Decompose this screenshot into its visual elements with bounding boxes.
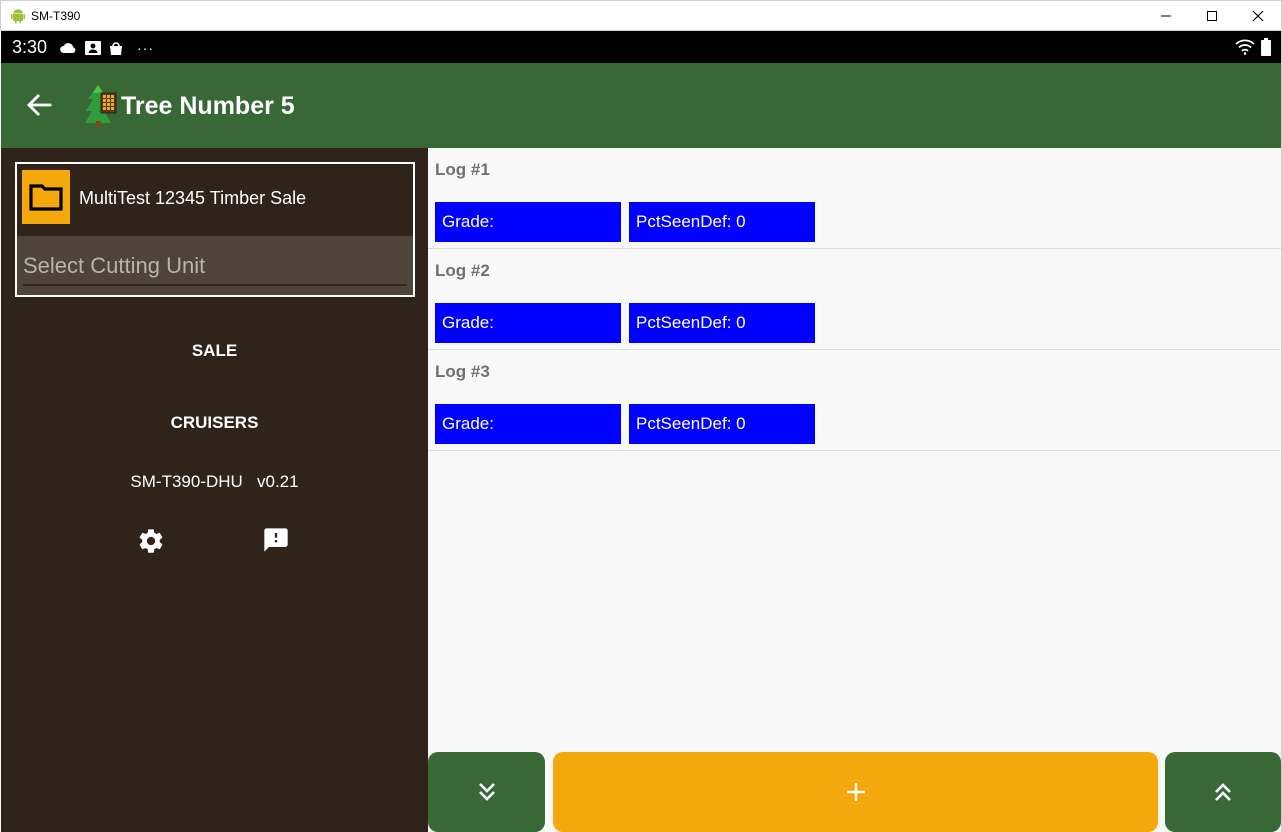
wifi-icon <box>1235 39 1255 55</box>
bottom-action-bar <box>428 752 1281 832</box>
status-right-icons <box>1235 38 1271 56</box>
status-bar: 3:30 ··· <box>1 31 1281 63</box>
maximize-button[interactable] <box>1189 1 1235 31</box>
pct-seen-def-field[interactable]: PctSeenDef: 0 <box>629 202 815 242</box>
window-title: SM-T390 <box>31 8 81 23</box>
menu-item-cruisers[interactable]: CRUISERS <box>1 413 428 433</box>
scroll-down-button[interactable] <box>428 752 545 832</box>
page-title: Tree Number 5 <box>121 92 295 120</box>
status-time: 3:30 <box>12 37 48 57</box>
add-log-button[interactable] <box>553 752 1158 832</box>
app-bar: Tree Number 5 <box>1 63 1281 148</box>
main-content: Log #1 Grade: PctSeenDef: 0 Log #2 Grade… <box>428 148 1281 832</box>
log-row[interactable]: Log #3 Grade: PctSeenDef: 0 <box>428 350 1281 451</box>
android-icon <box>11 8 25 23</box>
log-title: Log #2 <box>435 261 490 280</box>
minimize-icon <box>1161 15 1171 17</box>
sidebar: MultiTest 12345 Timber Sale Select Cutti… <box>1 148 428 832</box>
close-icon <box>1252 10 1264 22</box>
log-title: Log #3 <box>435 362 490 381</box>
tree-logo-icon <box>85 85 117 127</box>
menu-item-sale[interactable]: SALE <box>1 341 428 361</box>
double-chevron-up-icon <box>1215 783 1231 801</box>
back-button[interactable] <box>21 89 57 121</box>
scroll-up-button[interactable] <box>1165 752 1281 832</box>
device-info: SM-T390-DHU v0.21 <box>1 472 428 492</box>
grade-field[interactable]: Grade: <box>435 404 621 444</box>
cutting-unit-select[interactable]: Select Cutting Unit <box>17 236 413 295</box>
arrow-left-icon <box>27 94 52 116</box>
log-title: Log #1 <box>435 160 490 179</box>
log-row[interactable]: Log #2 Grade: PctSeenDef: 0 <box>428 249 1281 350</box>
cutting-unit-underline <box>23 284 407 286</box>
device-name: SM-T390-DHU <box>130 472 243 491</box>
log-row[interactable]: Log #1 Grade: PctSeenDef: 0 <box>428 148 1281 249</box>
window-titlebar: SM-T390 <box>0 0 1282 31</box>
close-button[interactable] <box>1235 1 1281 31</box>
app-version: v0.21 <box>256 472 299 491</box>
pct-seen-def-field[interactable]: PctSeenDef: 0 <box>629 404 815 444</box>
grade-field[interactable]: Grade: <box>435 303 621 343</box>
feedback-icon <box>264 528 288 552</box>
settings-gear-icon <box>139 529 163 553</box>
sale-name: MultiTest 12345 Timber Sale <box>79 188 307 208</box>
pct-seen-def-field[interactable]: PctSeenDef: 0 <box>629 303 815 343</box>
grade-field[interactable]: Grade: <box>435 202 621 242</box>
minimize-button[interactable] <box>1143 1 1189 31</box>
settings-button[interactable] <box>135 525 167 557</box>
battery-icon <box>1261 38 1271 56</box>
status-more-dots: ··· <box>137 40 154 56</box>
double-chevron-down-icon <box>478 783 495 801</box>
feedback-button[interactable] <box>260 524 292 556</box>
plus-icon <box>846 783 865 801</box>
maximize-icon <box>1207 11 1217 21</box>
window-controls <box>1143 1 1281 31</box>
status-left-icons: ··· <box>59 40 154 56</box>
sale-row[interactable]: MultiTest 12345 Timber Sale <box>17 164 413 236</box>
sale-selector: MultiTest 12345 Timber Sale Select Cutti… <box>15 162 415 297</box>
cutting-unit-placeholder: Select Cutting Unit <box>23 253 206 278</box>
cloud-icon <box>60 43 76 53</box>
contact-card-icon <box>85 41 101 55</box>
folder-icon <box>22 170 70 224</box>
bag-icon <box>110 42 122 55</box>
folder-glyph-icon <box>29 184 63 211</box>
